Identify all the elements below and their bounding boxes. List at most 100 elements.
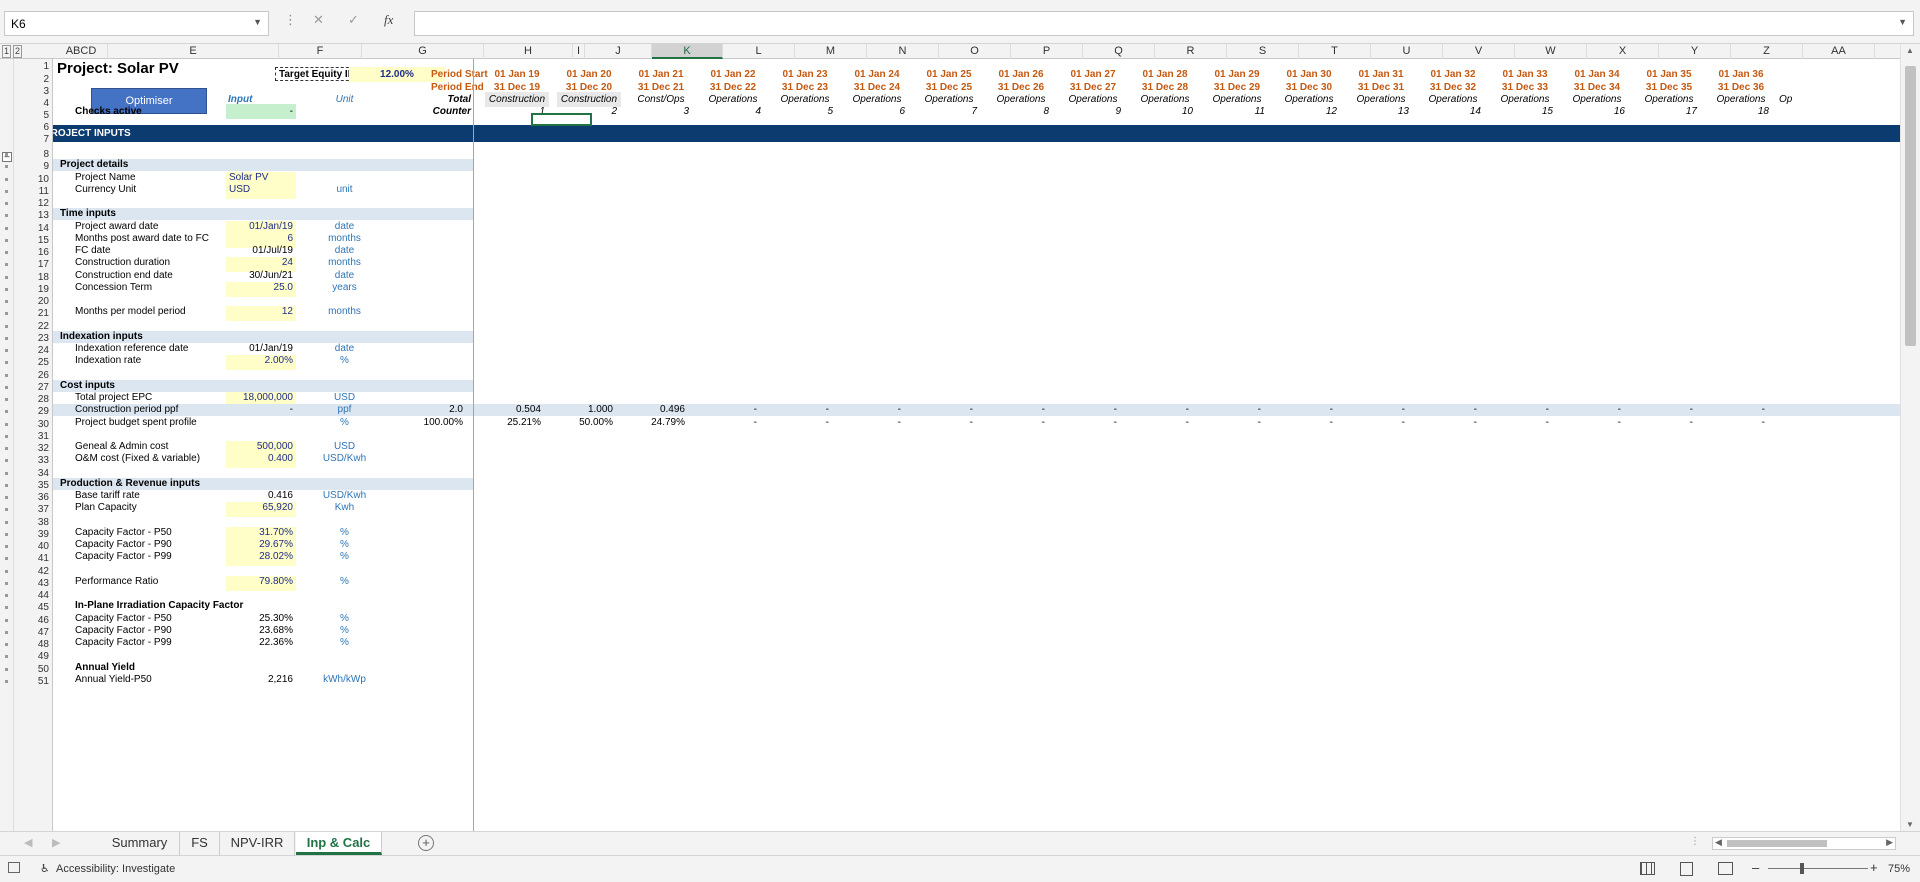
- column-header-g[interactable]: G: [362, 44, 484, 59]
- macro-record-icon[interactable]: [8, 862, 20, 873]
- unit-label: kWh/kWp: [323, 673, 366, 685]
- tab-npv-irr[interactable]: NPV-IRR: [220, 832, 295, 855]
- column-header-m[interactable]: M: [795, 44, 867, 59]
- cancel-icon[interactable]: ✕: [313, 12, 324, 28]
- input-row: Project budget spent profile% 100.00% 25.2…: [53, 417, 1900, 429]
- worksheet-grid[interactable]: Project: Solar PV Optimiser Target Equit…: [53, 59, 1900, 831]
- name-box[interactable]: K6 ▼: [4, 11, 269, 36]
- checks-value[interactable]: -: [226, 104, 296, 119]
- tab-inp-calc[interactable]: Inp & Calc: [296, 832, 382, 855]
- counter-cell[interactable]: 15: [1493, 104, 1553, 119]
- column-header: 1 2 ABCD E F G H I J K L M N O P Q R S T U V W X Y Z AA: [0, 44, 1920, 59]
- zoom-in-icon[interactable]: +: [1870, 860, 1878, 875]
- column-header-aa[interactable]: AA: [1803, 44, 1875, 59]
- horizontal-scroll-thumb[interactable]: [1727, 840, 1827, 847]
- column-header-r[interactable]: R: [1155, 44, 1227, 59]
- enter-icon[interactable]: ✓: [348, 12, 359, 28]
- column-header-abcd[interactable]: ABCD: [55, 44, 108, 59]
- input-row: [53, 196, 1900, 208]
- insert-function-icon[interactable]: fx: [384, 12, 393, 28]
- counter-cell[interactable]: 5: [773, 104, 833, 119]
- scroll-down-icon[interactable]: ▼: [1906, 820, 1914, 829]
- tab-split-handle-icon[interactable]: ⋮: [1690, 836, 1700, 847]
- column-header-z[interactable]: Z: [1731, 44, 1803, 59]
- project-inputs-banner: PROJECT INPUTS: [53, 125, 1900, 142]
- scroll-left-icon[interactable]: ◀: [1715, 837, 1722, 848]
- outline-dot: [5, 679, 8, 683]
- column-header-e[interactable]: E: [108, 44, 279, 59]
- chevron-down-icon[interactable]: ▼: [253, 17, 262, 27]
- outline-level-1[interactable]: 1: [2, 45, 12, 58]
- counter-cell[interactable]: 16: [1565, 104, 1625, 119]
- page-layout-icon[interactable]: [1680, 862, 1693, 876]
- zoom-slider-thumb[interactable]: [1800, 863, 1804, 874]
- counter-cell[interactable]: 13: [1349, 104, 1409, 119]
- counter-cell[interactable]: 7: [917, 104, 977, 119]
- row-header-51[interactable]: 51: [14, 674, 53, 689]
- counter-cell[interactable]: 17: [1637, 104, 1697, 119]
- column-header-p[interactable]: P: [1011, 44, 1083, 59]
- vertical-scrollbar[interactable]: ▲ ▼: [1900, 44, 1920, 831]
- expand-formula-icon[interactable]: ▼: [1898, 17, 1907, 27]
- normal-view-icon[interactable]: [1640, 862, 1655, 875]
- add-sheet-icon[interactable]: +: [418, 835, 434, 851]
- counter-cell[interactable]: 10: [1133, 104, 1193, 119]
- column-header-u[interactable]: U: [1371, 44, 1443, 59]
- column-header-v[interactable]: V: [1443, 44, 1515, 59]
- input-row: Total project EPC 18,000,000 USD: [53, 392, 1900, 407]
- outline-dot: [5, 287, 8, 291]
- counter-cell[interactable]: 11: [1205, 104, 1265, 119]
- outline-dot: [5, 361, 8, 365]
- column-header-o[interactable]: O: [939, 44, 1011, 59]
- zoom-level[interactable]: 75%: [1888, 863, 1910, 875]
- zoom-out-icon[interactable]: –: [1752, 860, 1759, 875]
- counter-cell[interactable]: 6: [845, 104, 905, 119]
- counter-cell[interactable]: 14: [1421, 104, 1481, 119]
- column-header-w[interactable]: W: [1515, 44, 1587, 59]
- input-row: [53, 368, 1900, 380]
- column-header-y[interactable]: Y: [1659, 44, 1731, 59]
- column-header-n[interactable]: N: [867, 44, 939, 59]
- scroll-right-icon[interactable]: ▶: [1886, 837, 1893, 848]
- counter-cell[interactable]: 18: [1709, 104, 1769, 119]
- horizontal-scrollbar[interactable]: ◀ ▶: [1712, 837, 1896, 850]
- input-value[interactable]: 2,216: [226, 674, 296, 689]
- scroll-up-icon[interactable]: ▲: [1906, 46, 1914, 55]
- column-header-t[interactable]: T: [1299, 44, 1371, 59]
- next-sheet-icon[interactable]: ▶: [52, 836, 60, 849]
- column-header-l[interactable]: L: [723, 44, 795, 59]
- counter-cell[interactable]: 9: [1061, 104, 1121, 119]
- counter-cell[interactable]: 4: [701, 104, 761, 119]
- column-header-s[interactable]: S: [1227, 44, 1299, 59]
- formula-input[interactable]: ▼: [414, 11, 1914, 36]
- selected-cell[interactable]: [531, 113, 592, 126]
- column-header-i[interactable]: I: [573, 44, 585, 59]
- outline-dot: [5, 667, 8, 671]
- counter-cell[interactable]: 3: [629, 104, 689, 119]
- tab-summary[interactable]: Summary: [100, 832, 180, 855]
- outline-dot: [5, 153, 8, 156]
- row-header-7[interactable]: 7: [14, 132, 53, 147]
- outline-dot: [5, 459, 8, 463]
- accessibility-status[interactable]: Accessibility: Investigate: [56, 863, 175, 875]
- outline-dot: [5, 238, 8, 242]
- column-header-x[interactable]: X: [1587, 44, 1659, 59]
- column-header-j[interactable]: J: [585, 44, 652, 59]
- input-row: In-Plane Irradiation Capacity Factor: [53, 600, 1900, 612]
- column-header-q[interactable]: Q: [1083, 44, 1155, 59]
- input-row: FC date 01/Jul/19 date: [53, 245, 1900, 257]
- tab-fs[interactable]: FS: [180, 832, 220, 855]
- column-header-k[interactable]: K: [652, 44, 723, 59]
- vertical-scroll-thumb[interactable]: [1905, 66, 1916, 346]
- column-header-h[interactable]: H: [484, 44, 573, 59]
- page-break-preview-icon[interactable]: [1718, 862, 1733, 875]
- counter-cell[interactable]: 12: [1277, 104, 1337, 119]
- prev-sheet-icon[interactable]: ◀: [24, 836, 32, 849]
- zoom-slider[interactable]: [1768, 863, 1868, 874]
- outline-dot: [5, 581, 8, 585]
- column-header-f[interactable]: F: [279, 44, 362, 59]
- counter-cell[interactable]: 8: [989, 104, 1049, 119]
- outline-level-2[interactable]: 2: [13, 45, 23, 58]
- phase-cell-overflow[interactable]: Op: [1779, 92, 1799, 107]
- input-row: Indexation rate 2.00%%: [53, 355, 1900, 371]
